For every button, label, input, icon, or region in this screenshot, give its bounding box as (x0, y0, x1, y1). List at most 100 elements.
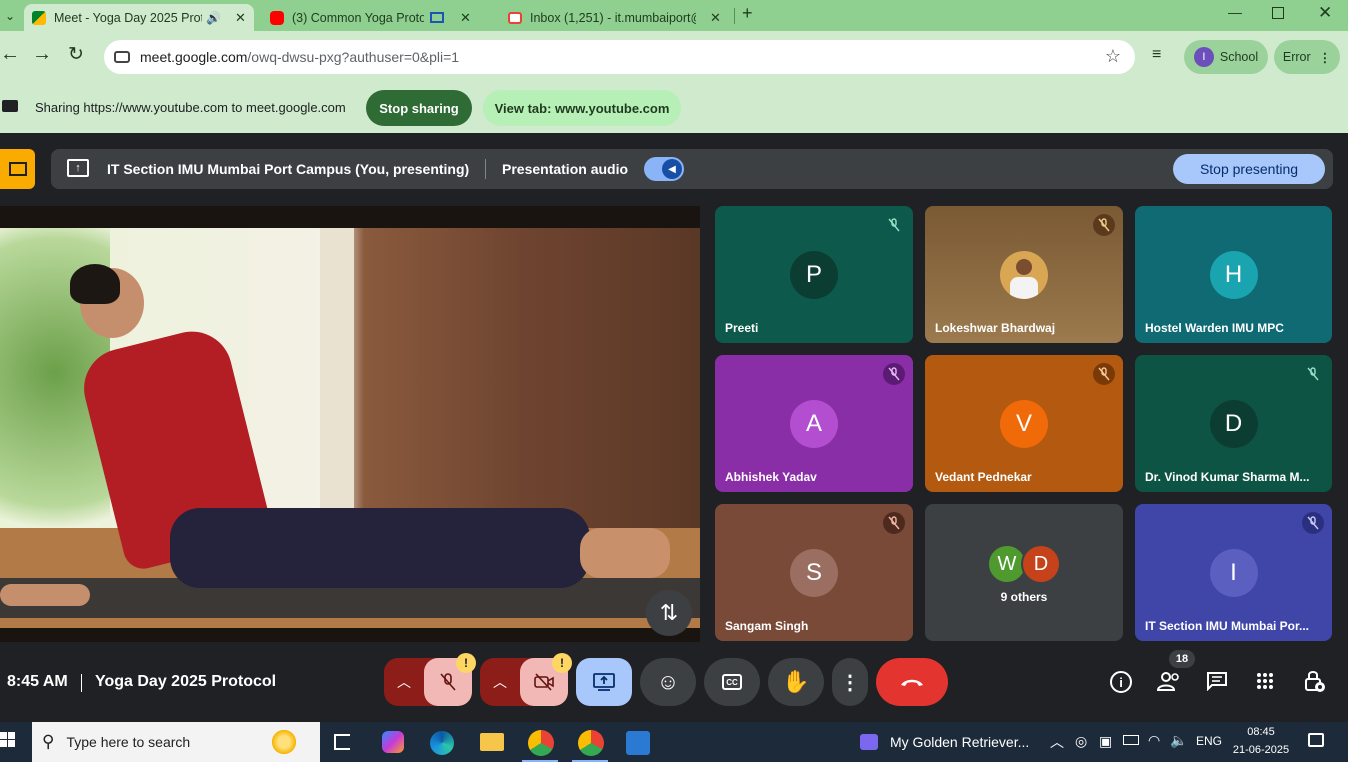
meeting-title: Yoga Day 2025 Protocol (95, 673, 277, 690)
volume-icon[interactable]: 🔈 (1170, 732, 1187, 749)
tab-youtube[interactable]: (3) Common Yoga Protocol ✕ (264, 4, 494, 31)
mic-options-chevron-icon[interactable]: ︿ (384, 672, 424, 692)
avatar: D (1209, 399, 1258, 448)
file-explorer-icon[interactable] (480, 733, 504, 751)
screen-share-icon (2, 100, 18, 112)
participant-tile[interactable]: Lokeshwar Bhardwaj (925, 206, 1123, 343)
stop-sharing-button[interactable]: Stop sharing (366, 90, 472, 126)
bookmark-star-icon[interactable]: ☆ (1105, 46, 1121, 67)
hang-up-icon (901, 679, 923, 686)
camera-options-chevron-icon[interactable]: ︿ (480, 672, 520, 692)
google-meet-icon (32, 10, 46, 25)
search-placeholder: Type here to search (66, 734, 191, 750)
meeting-time: 8:45 AM (7, 673, 68, 690)
remote-desktop-icon[interactable] (626, 731, 650, 755)
notifications-icon[interactable] (1308, 733, 1324, 747)
participant-tile[interactable]: A Abhishek Yadav (715, 355, 913, 492)
present-button[interactable] (576, 658, 632, 706)
tab-search-chevron-icon[interactable]: ⌄ (0, 6, 20, 26)
windows-start-icon[interactable] (0, 732, 16, 748)
participant-tile-self[interactable]: I IT Section IMU Mumbai Por... (1135, 504, 1332, 641)
presentation-audio-toggle[interactable]: ◀ (644, 157, 684, 181)
clock-time[interactable]: 08:45 (1232, 726, 1290, 738)
tab-meet[interactable]: Meet - Yoga Day 2025 Proto 🔊 ✕ (24, 4, 254, 31)
avatar: I (1193, 47, 1214, 67)
close-tab-icon[interactable]: ✕ (235, 10, 246, 26)
stop-presenting-button[interactable]: Stop presenting (1173, 154, 1325, 184)
tray-icon[interactable]: ▣ (1099, 733, 1112, 750)
close-window-icon[interactable]: ✕ (1318, 3, 1332, 23)
close-tab-icon[interactable]: ✕ (460, 10, 471, 26)
warning-badge-icon: ! (456, 653, 476, 673)
media-play-icon[interactable] (860, 734, 878, 750)
participant-tile[interactable]: V Vedant Pednekar (925, 355, 1123, 492)
people-count-badge: 18 (1169, 650, 1195, 668)
present-screen-icon (593, 673, 615, 691)
mic-off-icon (1302, 363, 1324, 385)
leave-call-button[interactable] (876, 658, 948, 706)
profile-button[interactable]: I School (1184, 40, 1268, 74)
restore-icon[interactable] (1272, 7, 1284, 19)
youtube-icon (270, 10, 284, 25)
search-highlight-icon (270, 728, 298, 756)
reactions-button[interactable]: ☺ (640, 658, 696, 706)
participant-tile[interactable]: D Dr. Vinod Kumar Sharma M... (1135, 355, 1332, 492)
view-tab-button[interactable]: View tab: www.youtube.com (483, 90, 681, 126)
others-tile[interactable]: W D 9 others (925, 504, 1123, 641)
meeting-details-icon[interactable]: i (1110, 671, 1132, 693)
search-icon: ⚲ (42, 732, 55, 751)
presentation-indicator-icon[interactable] (0, 149, 35, 189)
avatar: A (790, 399, 838, 448)
chat-icon[interactable] (1206, 671, 1228, 692)
participant-tile[interactable]: S Sangam Singh (715, 504, 913, 641)
edge-icon[interactable] (430, 731, 454, 755)
media-title[interactable]: My Golden Retriever... (890, 734, 1029, 750)
error-label: Error (1282, 50, 1311, 64)
wifi-icon[interactable]: ◠ (1148, 732, 1160, 749)
back-icon[interactable]: ← (0, 43, 20, 66)
clock-date[interactable]: 21-06-2025 (1226, 744, 1296, 756)
participant-tile[interactable]: H Hostel Warden IMU MPC (1135, 206, 1332, 343)
presentation-audio-label: Presentation audio (502, 161, 629, 177)
person-hair (70, 264, 120, 304)
taskbar-search-box[interactable]: ⚲ Type here to search (32, 722, 320, 762)
chrome-icon[interactable] (528, 730, 554, 756)
language-indicator[interactable]: ENG (1196, 734, 1222, 748)
raise-hand-button[interactable]: ✋ (768, 658, 824, 706)
tab-title: Meet - Yoga Day 2025 Proto (54, 10, 202, 25)
reload-icon[interactable]: ↻ (68, 43, 84, 66)
activities-grid-icon[interactable] (1256, 672, 1274, 690)
mic-off-icon (1302, 512, 1324, 534)
battery-icon[interactable] (1123, 735, 1139, 745)
avatar: I (1209, 548, 1258, 597)
forward-icon[interactable]: → (32, 43, 52, 66)
close-tab-icon[interactable]: ✕ (710, 10, 721, 26)
people-icon[interactable] (1156, 670, 1182, 692)
host-controls-lock-icon[interactable] (1304, 669, 1326, 693)
new-tab-icon[interactable]: + (742, 3, 753, 24)
participant-tile[interactable]: P Preeti (715, 206, 913, 343)
speaker-icon: ◀ (662, 159, 682, 179)
profile-label: School (1219, 50, 1259, 64)
minimize-icon[interactable]: — (1228, 4, 1242, 20)
more-options-button[interactable]: ⋮ (832, 658, 868, 706)
tab-gmail[interactable]: Inbox (1,251) - it.mumbaiport@ ✕ (504, 4, 734, 31)
site-settings-icon[interactable] (114, 51, 130, 63)
swap-layout-button[interactable]: ⇅ (646, 590, 692, 636)
mic-off-icon (1093, 214, 1115, 236)
presenting-title: IT Section IMU Mumbai Port Campus (You, … (107, 161, 470, 177)
url-path: /owq-dwsu-pxg?authuser=0&pli=1 (247, 49, 460, 65)
update-error-button[interactable]: Error ⋮ (1274, 40, 1340, 74)
media-controls-icon[interactable]: ≡ (1152, 46, 1161, 64)
sharing-message: Sharing https://www.youtube.com to meet.… (35, 100, 346, 115)
chrome-icon[interactable] (578, 730, 604, 756)
tray-chevron-icon[interactable]: ︿ (1050, 732, 1064, 752)
copilot-icon[interactable] (382, 731, 404, 753)
others-count-label: 9 others (1000, 590, 1048, 604)
address-bar[interactable]: meet.google.com /owq-dwsu-pxg?authuser=0… (104, 40, 1135, 74)
tray-icon[interactable]: ◎ (1075, 733, 1087, 750)
presenting-bar: ↑ IT Section IMU Mumbai Port Campus (You… (51, 149, 1333, 189)
task-view-icon[interactable] (334, 734, 350, 750)
person-feet (580, 528, 670, 578)
captions-button[interactable]: CC (704, 658, 760, 706)
